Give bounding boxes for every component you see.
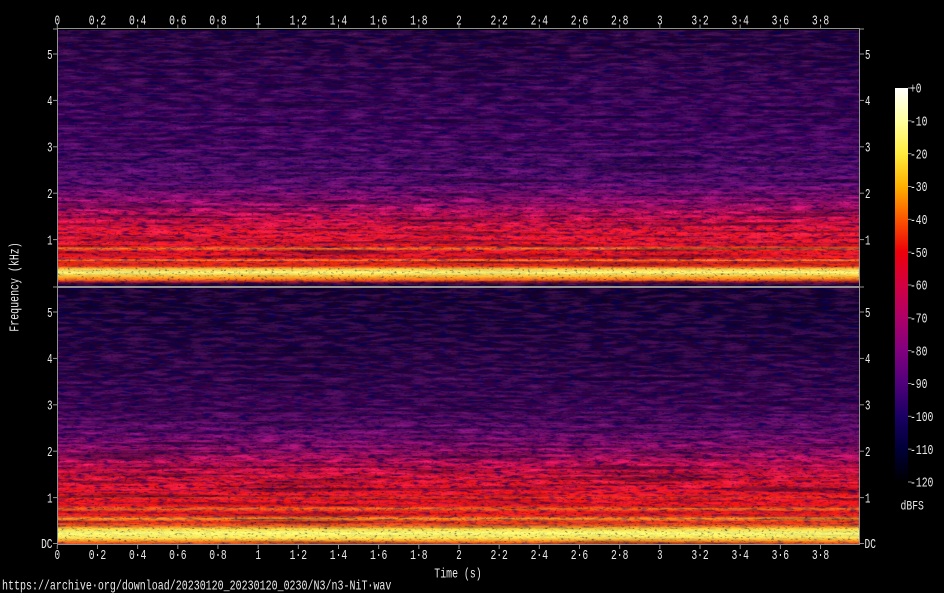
svg-text:+0: +0 <box>910 82 921 98</box>
svg-text:5: 5 <box>865 306 870 322</box>
svg-text:2: 2 <box>456 14 461 30</box>
svg-text:1·4: 1·4 <box>330 548 347 564</box>
svg-text:2: 2 <box>865 445 870 461</box>
svg-text:1: 1 <box>865 491 870 507</box>
svg-text:1: 1 <box>47 491 52 507</box>
svg-text:4: 4 <box>865 352 870 368</box>
svg-text:1·8: 1·8 <box>410 548 427 564</box>
svg-text:3: 3 <box>657 14 662 30</box>
svg-text:5: 5 <box>47 48 52 64</box>
svg-text:0·6: 0·6 <box>169 14 186 30</box>
svg-text:1: 1 <box>255 548 260 564</box>
svg-text:4: 4 <box>865 94 870 110</box>
svg-text:0·4: 0·4 <box>129 548 146 564</box>
svg-text:DC: DC <box>41 537 52 553</box>
svg-text:3: 3 <box>865 399 870 415</box>
svg-text:2: 2 <box>865 187 870 203</box>
svg-text:1: 1 <box>47 233 52 249</box>
svg-text:-110: -110 <box>910 443 933 459</box>
svg-text:3·4: 3·4 <box>731 548 748 564</box>
svg-text:1·2: 1·2 <box>290 14 307 30</box>
svg-text:-60: -60 <box>910 279 927 295</box>
svg-text:-120: -120 <box>910 476 933 492</box>
svg-text:4: 4 <box>47 352 52 368</box>
svg-text:0·2: 0·2 <box>89 14 106 30</box>
svg-text:3·2: 3·2 <box>691 14 708 30</box>
svg-text:-70: -70 <box>910 312 927 328</box>
svg-text:4: 4 <box>47 94 52 110</box>
svg-text:2·8: 2·8 <box>611 548 628 564</box>
svg-text:-40: -40 <box>910 213 927 229</box>
svg-text:3·8: 3·8 <box>812 14 829 30</box>
svg-text:2: 2 <box>47 187 52 203</box>
svg-text:5: 5 <box>47 306 52 322</box>
svg-text:2: 2 <box>456 548 461 564</box>
svg-text:2·8: 2·8 <box>611 14 628 30</box>
svg-text:1: 1 <box>255 14 260 30</box>
svg-text:Time (s): Time (s) <box>434 566 481 582</box>
svg-text:3: 3 <box>47 399 52 415</box>
svg-text:-90: -90 <box>910 377 927 393</box>
svg-text:-10: -10 <box>910 115 927 131</box>
svg-text:0: 0 <box>55 548 60 564</box>
svg-text:2·4: 2·4 <box>531 548 548 564</box>
svg-text:0·4: 0·4 <box>129 14 146 30</box>
svg-text:3: 3 <box>47 141 52 157</box>
svg-text:2·4: 2·4 <box>531 14 548 30</box>
svg-text:2·2: 2·2 <box>490 548 507 564</box>
svg-text:-20: -20 <box>910 147 927 163</box>
svg-text:1: 1 <box>865 233 870 249</box>
svg-text:-100: -100 <box>910 410 933 426</box>
svg-text:1·8: 1·8 <box>410 14 427 30</box>
svg-text:dBFS: dBFS <box>901 499 925 514</box>
svg-text:2·6: 2·6 <box>571 548 588 564</box>
svg-text:0·2: 0·2 <box>89 548 106 564</box>
svg-text:3·6: 3·6 <box>772 548 789 564</box>
svg-text:2·6: 2·6 <box>571 14 588 30</box>
svg-text:3: 3 <box>657 548 662 564</box>
svg-text:3·2: 3·2 <box>691 548 708 564</box>
svg-text:1·4: 1·4 <box>330 14 347 30</box>
svg-text:0·6: 0·6 <box>169 548 186 564</box>
svg-text:3·4: 3·4 <box>731 14 748 30</box>
svg-text:-30: -30 <box>910 180 927 196</box>
svg-text:DC: DC <box>865 537 876 553</box>
svg-text:3·8: 3·8 <box>812 548 829 564</box>
svg-text:Frequency (kHz): Frequency (kHz) <box>8 242 24 331</box>
svg-text:3·6: 3·6 <box>772 14 789 30</box>
svg-text:-80: -80 <box>910 344 927 360</box>
svg-text:5: 5 <box>865 48 870 64</box>
svg-text:2·2: 2·2 <box>490 14 507 30</box>
svg-text:1·2: 1·2 <box>290 548 307 564</box>
svg-text:https://archive·org/download/2: https://archive·org/download/20230120_20… <box>2 579 391 593</box>
svg-text:0·8: 0·8 <box>209 14 226 30</box>
svg-text:1·6: 1·6 <box>370 14 387 30</box>
svg-text:-50: -50 <box>910 246 927 262</box>
svg-text:2: 2 <box>47 445 52 461</box>
svg-text:0: 0 <box>55 14 60 30</box>
svg-text:3: 3 <box>865 141 870 157</box>
svg-text:0·8: 0·8 <box>209 548 226 564</box>
svg-text:1·6: 1·6 <box>370 548 387 564</box>
